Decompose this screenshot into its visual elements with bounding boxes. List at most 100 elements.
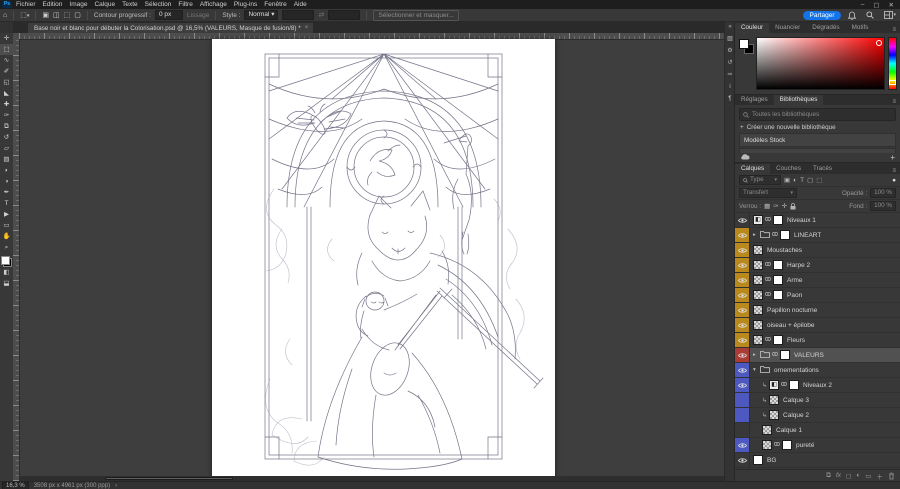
share-button[interactable]: Partager <box>803 11 842 20</box>
link-layers-icon[interactable]: ⧉ <box>826 472 831 480</box>
eye-icon[interactable] <box>738 382 747 389</box>
layer-name[interactable]: Niveaux 1 <box>785 217 816 224</box>
layer-visibility-cell[interactable] <box>735 258 750 272</box>
tab-dégradés[interactable]: Dégradés <box>806 23 845 33</box>
mask-link-icon[interactable] <box>765 276 771 282</box>
create-library-button[interactable]: + Créer une nouvelle bibliothèque <box>735 122 900 132</box>
menu-item-affichage[interactable]: Affichage <box>200 1 227 8</box>
workspace-switcher-icon[interactable]: ▾ <box>884 11 896 19</box>
info-panel-icon[interactable]: i <box>729 84 730 91</box>
mask-link-icon[interactable] <box>772 351 778 359</box>
adjustment-layer-thumbnail[interactable]: ◧ <box>753 215 763 225</box>
layer-visibility-cell[interactable] <box>735 438 750 452</box>
layer-name[interactable]: pureté <box>794 442 814 449</box>
tab-couches[interactable]: Couches <box>770 164 807 174</box>
mask-link-icon[interactable] <box>781 381 787 389</box>
layer-name[interactable]: Calque 1 <box>774 427 802 434</box>
canvas-viewport[interactable] <box>13 33 725 481</box>
layer-mask-thumbnail[interactable] <box>780 350 790 360</box>
tab-nuancier[interactable]: Nuancier <box>769 23 806 33</box>
lock-pixels-icon[interactable]: ✑ <box>773 202 778 210</box>
new-layer-icon[interactable]: ＋ <box>877 471 884 481</box>
layer-row-bg[interactable]: BG <box>735 453 900 468</box>
layer-name[interactable]: VALEURS <box>792 352 824 359</box>
screen-mode-icon[interactable]: ⬓ <box>0 278 13 289</box>
layer-name[interactable]: oiseau + épilobe <box>765 322 815 329</box>
type-tool[interactable]: T <box>0 198 13 209</box>
dodge-tool[interactable]: ◑ <box>0 176 13 187</box>
layer-row-arme[interactable]: Arme <box>735 273 900 288</box>
layer-name[interactable]: Paon <box>785 292 802 299</box>
tab-calques[interactable]: Calques <box>735 164 770 174</box>
mask-link-icon[interactable] <box>765 336 771 344</box>
move-tool[interactable]: ✛ <box>0 33 13 44</box>
layer-filter-type-select[interactable]: Type ▾ <box>739 175 781 185</box>
canvas-artboard[interactable] <box>212 39 555 481</box>
add-adjustment-layer-icon[interactable]: ◐ <box>856 472 860 479</box>
foreground-background-control[interactable] <box>1 256 12 267</box>
color-picker-marker[interactable] <box>876 40 882 46</box>
tab-couleur[interactable]: Couleur <box>735 23 769 33</box>
layer-name[interactable]: BG <box>765 457 776 464</box>
layer-name[interactable]: LINEART <box>792 232 821 239</box>
fill-input[interactable]: 100 % <box>870 201 896 211</box>
eye-icon[interactable] <box>738 232 747 239</box>
menu-item-filtre[interactable]: Filtre <box>178 1 192 8</box>
brushes-panel-icon[interactable]: ✑ <box>727 72 732 79</box>
layer-visibility-cell[interactable] <box>735 213 750 227</box>
layer-thumbnail[interactable] <box>753 260 763 270</box>
layer-visibility-cell[interactable] <box>735 288 750 302</box>
layer-thumbnail[interactable] <box>753 305 763 315</box>
library-item[interactable]: Modèles Stock <box>739 133 896 146</box>
menu-item-plug-ins[interactable]: Plug-ins <box>234 1 257 8</box>
layer-name[interactable]: Arme <box>785 277 803 284</box>
eraser-tool[interactable]: ▱ <box>0 143 13 154</box>
blur-tool[interactable]: ◗ <box>0 165 13 176</box>
tab-tracés[interactable]: Tracés <box>807 164 838 174</box>
mask-link-icon[interactable] <box>772 231 778 239</box>
eyedropper-tool[interactable]: ◣ <box>0 88 13 99</box>
eye-icon[interactable] <box>738 322 747 329</box>
hue-slider[interactable] <box>888 37 897 90</box>
layer-row-calque-1[interactable]: Calque 1 <box>735 423 900 438</box>
layer-row-niveaux-1[interactable]: ◧ Niveaux 1 <box>735 213 900 228</box>
status-chevron-icon[interactable]: › <box>115 483 117 489</box>
layer-row-paon[interactable]: Paon <box>735 288 900 303</box>
mask-link-icon[interactable] <box>765 276 771 284</box>
scrollbar-thumb[interactable] <box>105 477 233 480</box>
mask-link-icon[interactable] <box>765 336 771 342</box>
eye-icon[interactable] <box>738 442 747 449</box>
layer-thumbnail[interactable] <box>753 290 763 300</box>
layer-visibility-cell[interactable] <box>735 378 750 392</box>
cloud-sync-icon[interactable] <box>740 154 750 160</box>
layer-row-calque-2[interactable]: ↳Calque 2 <box>735 408 900 423</box>
menu-item-texte[interactable]: Texte <box>122 1 138 8</box>
color-panel-icon[interactable]: ▧ <box>727 36 733 43</box>
layer-thumbnail[interactable] <box>769 410 779 420</box>
select-and-mask-button[interactable]: Sélectionner et masquer... <box>373 10 459 21</box>
lock-transparency-icon[interactable]: ▦ <box>764 202 770 210</box>
home-icon[interactable]: ⌂ <box>3 12 7 19</box>
layer-visibility-cell[interactable] <box>735 243 750 257</box>
layer-thumbnail[interactable] <box>753 245 763 255</box>
layer-visibility-cell[interactable] <box>735 348 750 362</box>
intersect-selection-icon[interactable]: ▢ <box>74 11 81 19</box>
menu-item-fichier[interactable]: Fichier <box>16 1 36 8</box>
layer-name[interactable]: Papillon nocturne <box>765 307 817 314</box>
foreground-color-swatch[interactable] <box>1 256 10 265</box>
menu-item-fentre[interactable]: Fenêtre <box>264 1 286 8</box>
eye-icon[interactable] <box>738 217 747 224</box>
collapse-dock-icon[interactable]: » <box>728 24 731 31</box>
layer-mask-thumbnail[interactable] <box>773 215 783 225</box>
layer-row-harpe-2[interactable]: Harpe 2 <box>735 258 900 273</box>
layer-visibility-cell[interactable] <box>735 393 750 407</box>
layer-effects-icon[interactable]: fx <box>836 472 841 479</box>
filter-toggle-icon[interactable]: ● <box>892 177 896 184</box>
layer-row-calque-3[interactable]: ↳Calque 3 <box>735 393 900 408</box>
layer-row-ornementations[interactable]: ▾ornementations <box>735 363 900 378</box>
history-panel-icon[interactable]: ↺ <box>727 60 732 67</box>
subtract-selection-icon[interactable]: ⬚ <box>64 11 71 19</box>
layer-row-pureté[interactable]: pureté <box>735 438 900 453</box>
eye-icon[interactable] <box>738 277 747 284</box>
group-expander-icon[interactable]: ▸ <box>753 232 758 238</box>
